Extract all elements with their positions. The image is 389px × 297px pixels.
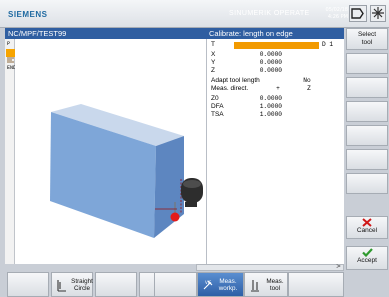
softkey-empty-3[interactable] <box>346 77 388 98</box>
program-line: P <box>7 41 11 47</box>
scroll-right-arrow[interactable]: > <box>336 263 341 270</box>
tool-input[interactable] <box>234 42 319 49</box>
current-block-marker <box>6 49 15 63</box>
param-label: TSA <box>211 111 224 118</box>
param-row-dfa: DFA 1.0000 <box>207 103 344 111</box>
softkey-label: Meas. workp. <box>216 278 240 292</box>
param-value[interactable]: 1.0000 <box>242 103 282 111</box>
softkey-empty-6[interactable] <box>346 149 388 170</box>
softkey-empty-2[interactable] <box>346 53 388 74</box>
meas-tool-button[interactable]: Meas. tool <box>244 272 288 297</box>
label-line: Circle <box>73 285 91 292</box>
date-time: 05/02/18 4:26 PM <box>318 7 348 21</box>
cycle-title: Calibrate: length on edge <box>209 29 293 38</box>
channel-switch-icon[interactable] <box>349 5 367 22</box>
param-value[interactable]: 0.0000 <box>242 95 282 103</box>
softkey-label: Straight Circle <box>70 278 94 292</box>
workpiece-side-face <box>154 136 184 238</box>
time-text: 4:26 PM <box>327 14 348 20</box>
help-graphic <box>15 39 207 264</box>
param-label: Y <box>211 59 216 66</box>
param-value[interactable]: 1.0000 <box>242 111 282 119</box>
param-value[interactable]: 0.0000 <box>242 51 282 59</box>
straight-circle-button[interactable]: Straight Circle <box>51 272 93 297</box>
softkey-empty-4[interactable] <box>346 101 388 122</box>
param-label: DFA <box>211 103 224 110</box>
select-tool-button[interactable]: Select tool <box>346 28 388 50</box>
cycle-block-icon <box>7 57 14 63</box>
measure-workpiece-icon: VIS <box>203 280 213 290</box>
workpiece-graphic <box>50 104 203 238</box>
program-path: NC/MPF/TEST99 <box>8 29 67 38</box>
product-name: SINUMERIK OPERATE <box>229 10 310 17</box>
softkey-bottom-3[interactable] <box>95 272 137 297</box>
label-line: tool <box>269 285 281 292</box>
softkey-bottom-8[interactable] <box>288 272 344 297</box>
cancel-label: Cancel <box>356 227 378 234</box>
param-direction-axis[interactable]: Z <box>303 85 315 93</box>
vertical-softkey-bar: Select tool Cancel Accept <box>344 28 389 270</box>
softkey-label: tool <box>361 39 373 46</box>
param-toggle-value[interactable]: No <box>297 77 317 85</box>
softkey-empty-5[interactable] <box>346 125 388 146</box>
label-line: Meas. <box>219 278 237 285</box>
param-value[interactable]: 0.0000 <box>242 67 282 75</box>
probe-body-highlight <box>183 180 201 188</box>
label-line: Straight <box>71 278 93 285</box>
param-row-meas-direct: Meas. direct. + Z <box>207 85 344 93</box>
param-row-t: T D 1 <box>207 41 344 49</box>
accept-check-icon <box>361 248 373 257</box>
param-label: Adapt tool length <box>211 77 260 84</box>
param-value[interactable]: 0.0000 <box>242 59 282 67</box>
param-direction-sign[interactable]: + <box>272 85 284 93</box>
param-row-y: Y 0.0000 <box>207 59 344 67</box>
param-label: Z0 <box>211 95 219 102</box>
softkey-label: Meas. tool <box>263 278 287 292</box>
param-label: Z <box>211 67 215 74</box>
title-bar: NC/MPF/TEST99 Calibrate: length on edge <box>5 28 344 39</box>
probe-tip <box>170 212 180 222</box>
probe-shaft <box>185 202 197 207</box>
parameter-form: T D 1 X 0.0000 Y 0.0000 Z 0.0000 Adapt t… <box>207 39 344 264</box>
date-text: 05/02/18 <box>325 7 348 13</box>
softkey-label: Select <box>357 31 377 38</box>
measure-tool-icon <box>251 280 259 292</box>
param-label: X <box>211 51 216 58</box>
param-label: Meas. direct. <box>211 85 249 92</box>
accept-label: Accept <box>357 257 377 264</box>
horizontal-scrollbar[interactable]: > <box>196 263 344 271</box>
header-bar: SIEMENS SINUMERIK OPERATE 05/02/18 4:26 … <box>0 0 389 28</box>
program-strip[interactable]: P END <box>5 39 16 264</box>
accept-button[interactable]: Accept <box>346 246 388 270</box>
param-row-z: Z 0.0000 <box>207 67 344 75</box>
param-row-x: X 0.0000 <box>207 51 344 59</box>
param-label: T <box>211 41 215 48</box>
machine-tool-icon[interactable] <box>370 5 386 22</box>
brand-logo: SIEMENS <box>8 10 48 19</box>
label-line: workp. <box>218 285 238 292</box>
softkey-bottom-5[interactable] <box>154 272 197 297</box>
param-row-adapt-length: Adapt tool length No <box>207 77 344 85</box>
svg-text:VIS: VIS <box>205 280 212 285</box>
cancel-x-icon <box>362 218 372 227</box>
cancel-button[interactable]: Cancel <box>346 216 388 239</box>
param-row-tsa: TSA 1.0000 <box>207 111 344 119</box>
meas-workpiece-button[interactable]: VIS Meas. workp. <box>197 272 244 297</box>
param-row-z0: Z0 0.0000 <box>207 95 344 103</box>
param-d-value: D 1 <box>322 41 334 48</box>
softkey-empty-7[interactable] <box>346 173 388 194</box>
label-line: Meas. <box>266 278 284 285</box>
straight-circle-icon <box>57 280 66 292</box>
softkey-bottom-1[interactable] <box>7 272 49 297</box>
